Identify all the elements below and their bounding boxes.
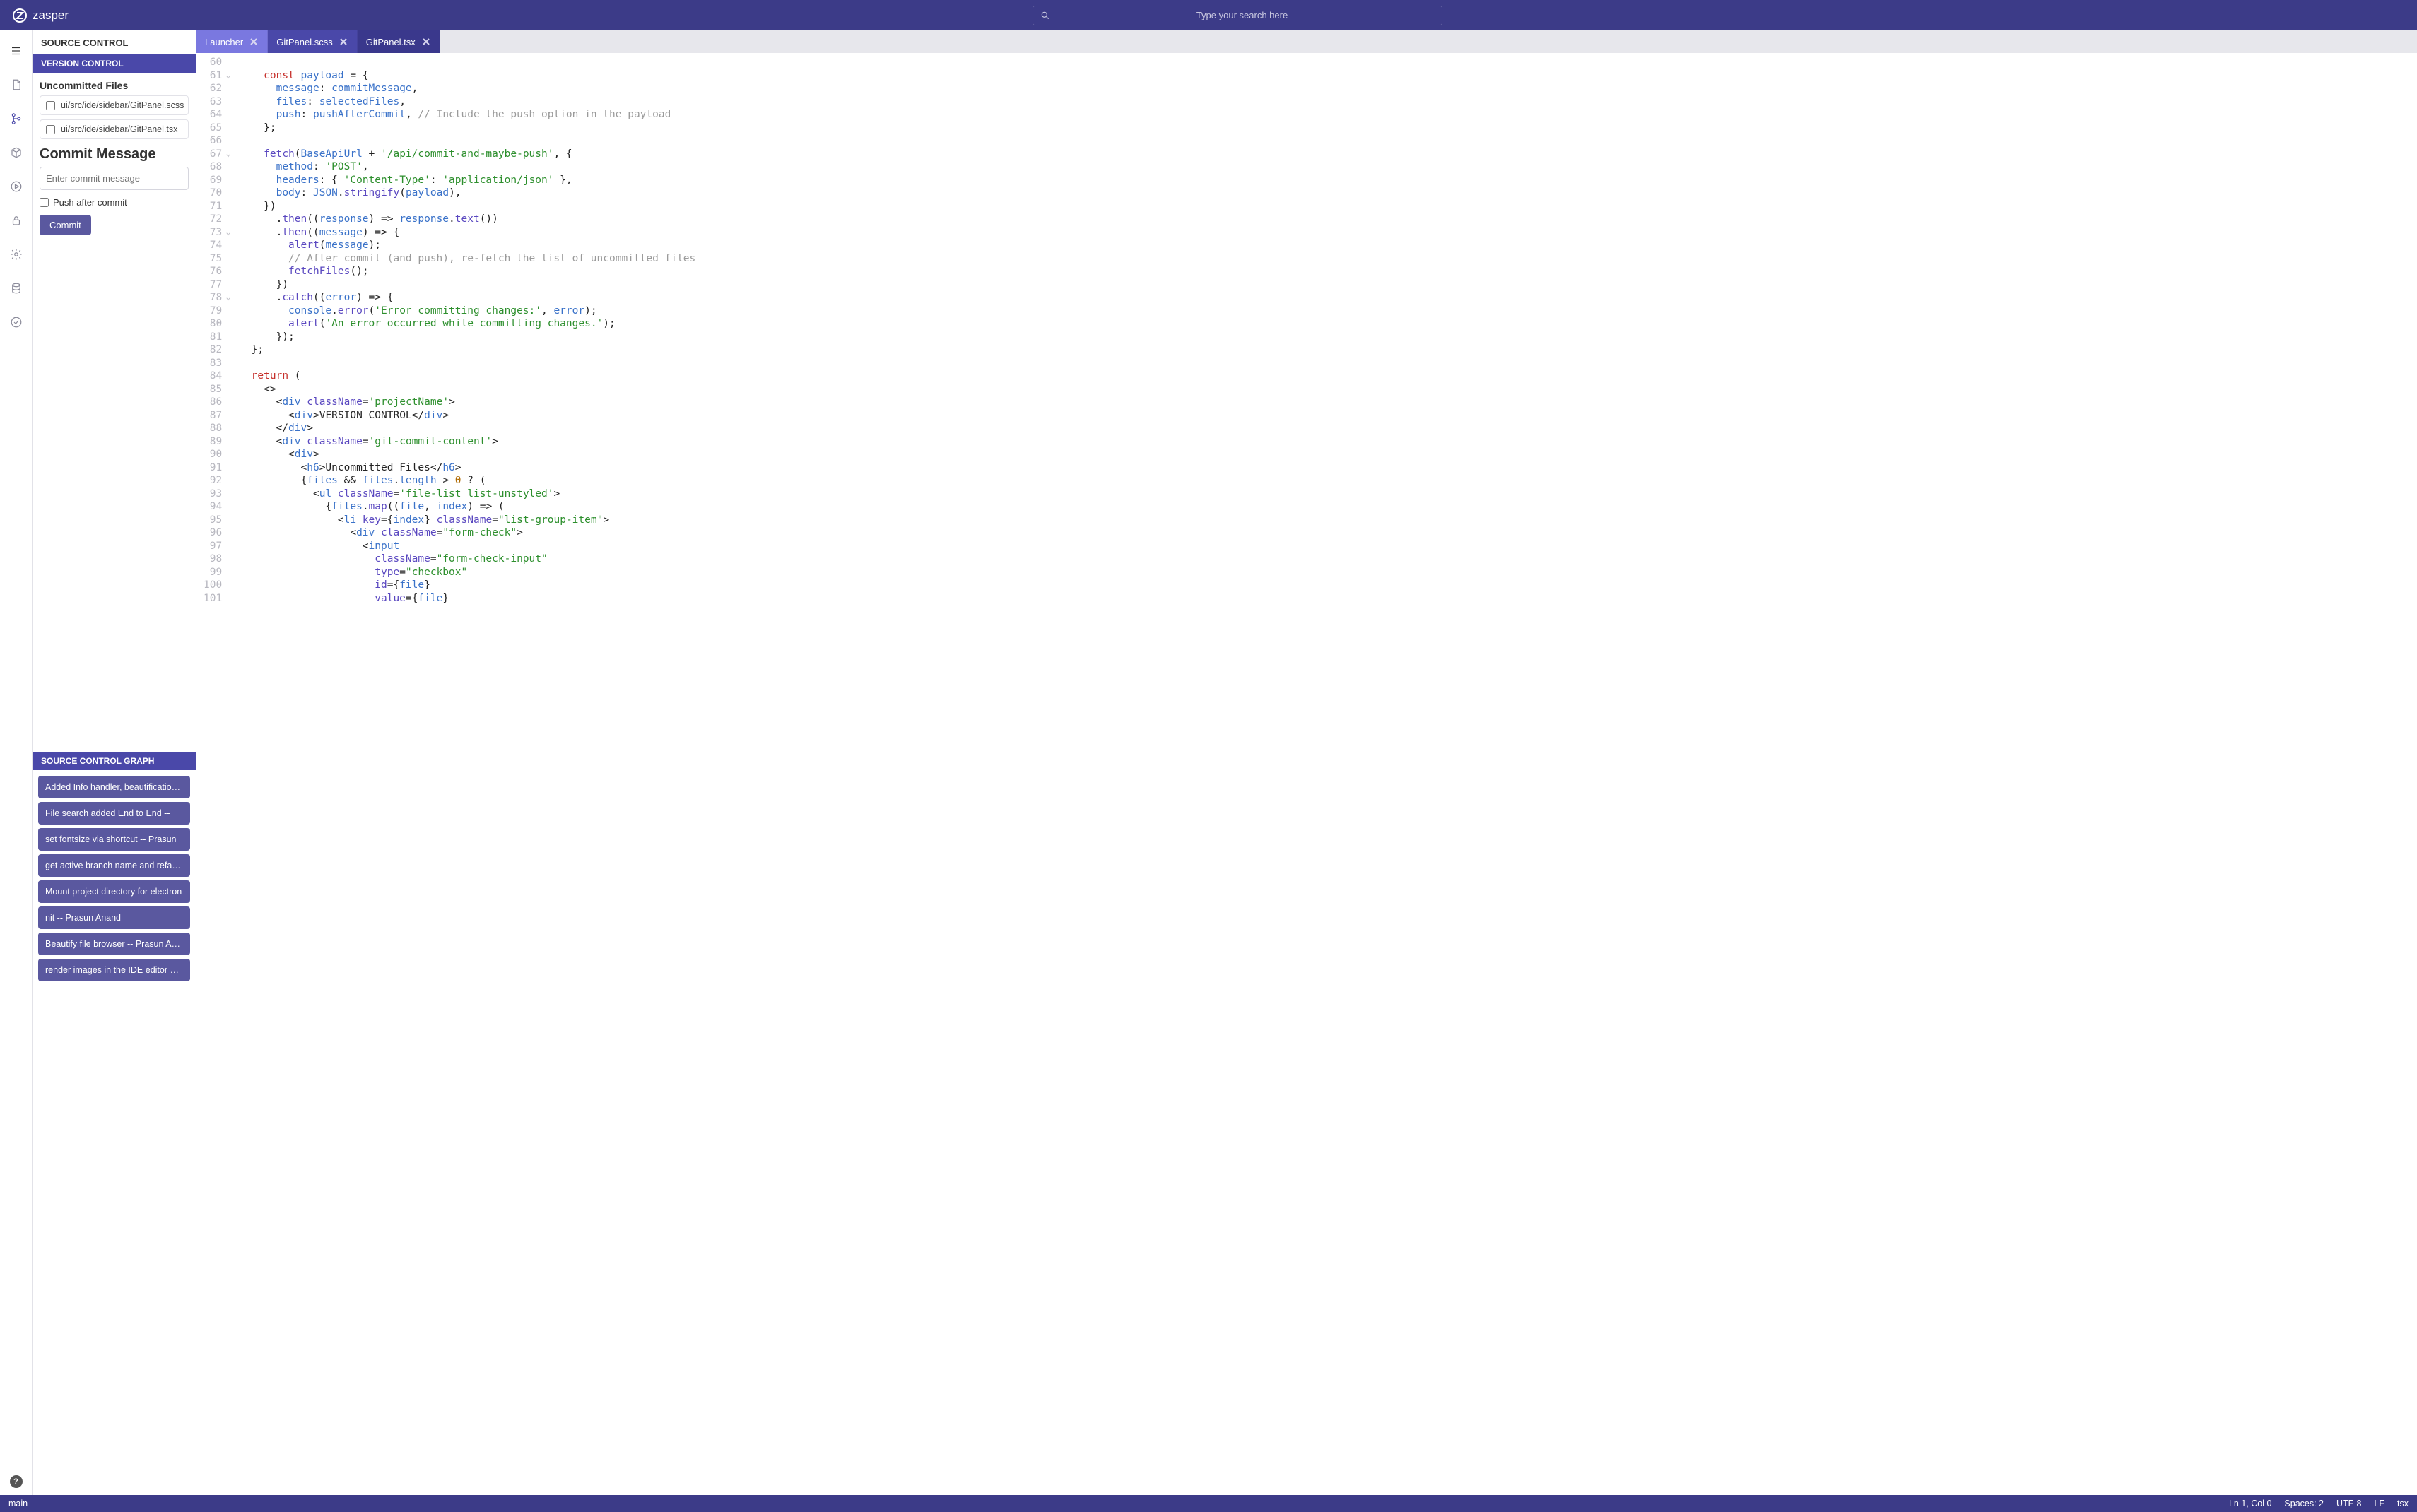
- menu-icon[interactable]: [6, 40, 27, 61]
- version-control-header: VERSION CONTROL: [33, 54, 196, 73]
- brand-text: zasper: [33, 8, 69, 23]
- push-label: Push after commit: [53, 197, 127, 208]
- commit-graph-item[interactable]: get active branch name and refactor: [38, 854, 190, 877]
- topbar: zasper: [0, 0, 2417, 30]
- help-icon[interactable]: ?: [10, 1475, 23, 1488]
- search-box[interactable]: [1033, 6, 1442, 25]
- commit-graph-item[interactable]: nit -- Prasun Anand: [38, 906, 190, 929]
- tab-gitpanel-tsx[interactable]: GitPanel.tsx: [358, 30, 440, 53]
- commit-button[interactable]: Commit: [40, 215, 91, 235]
- tab-label: GitPanel.tsx: [366, 37, 416, 47]
- commit-graph-item[interactable]: render images in the IDE editor view -: [38, 959, 190, 981]
- commit-graph-list: Added Info handler, beautification of Fil…: [33, 770, 196, 1495]
- tab-launcher[interactable]: Launcher: [196, 30, 268, 53]
- lock-icon[interactable]: [6, 210, 27, 231]
- logo: zasper: [11, 7, 69, 24]
- commit-graph-item[interactable]: Added Info handler, beautification of: [38, 776, 190, 798]
- database-icon[interactable]: [6, 278, 27, 299]
- close-icon[interactable]: [421, 37, 431, 47]
- code-editor[interactable]: 6061626364656667686970717273747576777879…: [196, 53, 2417, 1495]
- line-gutter: 6061626364656667686970717273747576777879…: [196, 53, 233, 1495]
- status-language[interactable]: tsx: [2397, 1499, 2409, 1508]
- source-control-icon[interactable]: [6, 108, 27, 129]
- sidebar-title: SOURCE CONTROL: [33, 30, 196, 54]
- logo-icon: [11, 7, 28, 24]
- gear-icon[interactable]: [6, 244, 27, 265]
- close-icon[interactable]: [249, 37, 259, 47]
- uncommitted-file-row[interactable]: ui/src/ide/sidebar/GitPanel.scss: [40, 95, 189, 115]
- search-input[interactable]: [1050, 10, 1435, 20]
- commit-graph-item[interactable]: Beautify file browser -- Prasun Anand: [38, 933, 190, 955]
- commit-message-heading: Commit Message: [40, 146, 189, 163]
- search-icon: [1040, 11, 1050, 20]
- box-icon[interactable]: [6, 142, 27, 163]
- file-checkbox[interactable]: [46, 125, 55, 134]
- sidebar: SOURCE CONTROL VERSION CONTROL Uncommitt…: [33, 30, 196, 1495]
- file-checkbox[interactable]: [46, 101, 55, 110]
- file-path: ui/src/ide/sidebar/GitPanel.tsx: [61, 124, 177, 134]
- push-checkbox[interactable]: [40, 198, 49, 207]
- uncommitted-files-heading: Uncommitted Files: [40, 80, 189, 91]
- push-after-commit-row[interactable]: Push after commit: [40, 197, 189, 208]
- commit-graph-item[interactable]: Mount project directory for electron: [38, 880, 190, 903]
- play-icon[interactable]: [6, 176, 27, 197]
- commit-message-input[interactable]: [40, 167, 189, 190]
- commit-graph-item[interactable]: File search added End to End --: [38, 802, 190, 825]
- file-icon[interactable]: [6, 74, 27, 95]
- source-control-graph-header: SOURCE CONTROL GRAPH: [33, 752, 196, 770]
- status-branch[interactable]: main: [8, 1499, 2216, 1508]
- check-icon[interactable]: [6, 312, 27, 333]
- tab-label: Launcher: [205, 37, 243, 47]
- close-icon[interactable]: [339, 37, 348, 47]
- status-bar: main Ln 1, Col 0 Spaces: 2 UTF-8 LF tsx: [0, 1495, 2417, 1512]
- status-eol[interactable]: LF: [2374, 1499, 2384, 1508]
- file-path: ui/src/ide/sidebar/GitPanel.scss: [61, 100, 184, 110]
- status-spaces[interactable]: Spaces: 2: [2284, 1499, 2324, 1508]
- status-position[interactable]: Ln 1, Col 0: [2229, 1499, 2271, 1508]
- tab-label: GitPanel.scss: [276, 37, 332, 47]
- status-encoding[interactable]: UTF-8: [2336, 1499, 2361, 1508]
- code-body[interactable]: const payload = { message: commitMessage…: [233, 53, 695, 1495]
- tabstrip: Launcher GitPanel.scss GitPanel.tsx: [196, 30, 2417, 53]
- uncommitted-file-row[interactable]: ui/src/ide/sidebar/GitPanel.tsx: [40, 119, 189, 139]
- commit-graph-item[interactable]: set fontsize via shortcut -- Prasun: [38, 828, 190, 851]
- activity-bar: ?: [0, 30, 33, 1495]
- editor-area: Launcher GitPanel.scss GitPanel.tsx 6061…: [196, 30, 2417, 1495]
- tab-gitpanel-scss[interactable]: GitPanel.scss: [268, 30, 357, 53]
